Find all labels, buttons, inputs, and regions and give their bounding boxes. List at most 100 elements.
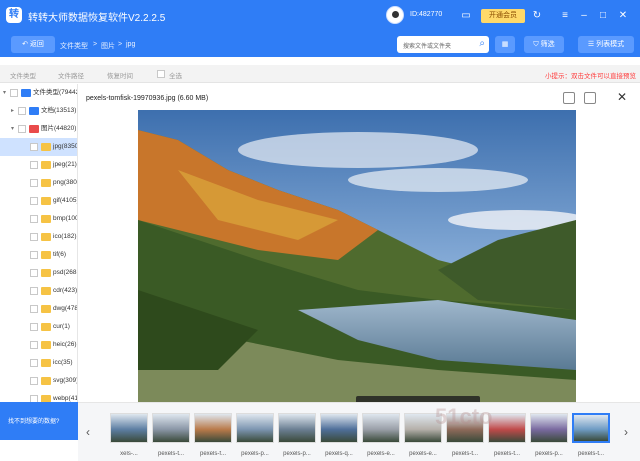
- tree-checkbox[interactable]: [30, 341, 38, 349]
- tree-checkbox[interactable]: [30, 233, 38, 241]
- thumbnail-image[interactable]: [152, 413, 190, 443]
- back-label: 返回: [29, 41, 44, 48]
- close-icon[interactable]: ✕: [617, 10, 629, 22]
- prev-arrow-icon[interactable]: ‹: [86, 425, 90, 439]
- tree-item[interactable]: bmp(100): [0, 210, 77, 228]
- next-arrow-icon[interactable]: ›: [624, 425, 628, 439]
- vip-button[interactable]: 开通会员: [481, 9, 525, 23]
- tree-item[interactable]: icc(35): [0, 354, 77, 372]
- list-mode-button[interactable]: ☰ 列表模式: [578, 36, 634, 53]
- tree-item-label: heic(26): [53, 341, 77, 348]
- tab-file-path[interactable]: 文件路径: [58, 70, 84, 80]
- tree-item[interactable]: gif(4105): [0, 192, 77, 210]
- tree-item-label: cdr(423): [53, 287, 78, 294]
- thumbnail-label: pexels-t...: [157, 451, 184, 457]
- select-all-checkbox[interactable]: [157, 70, 165, 78]
- tree-item[interactable]: heic(26): [0, 336, 77, 354]
- help-banner[interactable]: 找不到想要的数据?: [0, 402, 78, 440]
- expand-caret-icon[interactable]: ▾: [3, 84, 6, 102]
- tree-checkbox[interactable]: [30, 377, 38, 385]
- grid-view-icon[interactable]: ▦: [495, 36, 515, 53]
- watermark: 51cto: [435, 404, 493, 429]
- tab-file-type[interactable]: 文件类型: [10, 70, 36, 80]
- thumbnail-label: pexels-p...: [241, 451, 269, 457]
- monitor-icon[interactable]: ▭: [460, 10, 472, 22]
- thumbnail-image[interactable]: [362, 413, 400, 443]
- folder-icon: [41, 269, 51, 277]
- tree-item-label: jpg(8350): [53, 143, 78, 150]
- tree-checkbox[interactable]: [30, 359, 38, 367]
- tree-item-label: psd(2681): [53, 269, 77, 276]
- folder-icon: [41, 341, 51, 349]
- tree-checkbox[interactable]: [10, 89, 18, 97]
- thumbnail-image[interactable]: [530, 413, 568, 443]
- search-icon[interactable]: ⌕: [479, 38, 485, 49]
- tree-checkbox[interactable]: [30, 323, 38, 331]
- search-input[interactable]: 搜索文件或文件夹: [403, 41, 451, 50]
- tree-checkbox[interactable]: [30, 251, 38, 259]
- tree-item[interactable]: png(38068): [0, 174, 77, 192]
- tree-item[interactable]: jpeg(21): [0, 156, 77, 174]
- tree-item[interactable]: ico(182): [0, 228, 77, 246]
- thumbnail-image[interactable]: [320, 413, 358, 443]
- tree-item[interactable]: cdr(423): [0, 282, 78, 300]
- tree-checkbox[interactable]: [30, 269, 38, 277]
- breadcrumb-images[interactable]: 图片: [101, 41, 115, 51]
- thumbnail-image[interactable]: [194, 413, 232, 443]
- tree-item[interactable]: ▸ 文档(13513): [0, 102, 77, 120]
- details-icon[interactable]: [584, 92, 596, 104]
- image-info-icon[interactable]: [563, 92, 575, 104]
- tree-checkbox[interactable]: [30, 197, 38, 205]
- search-box[interactable]: 搜索文件或文件夹 ⌕: [397, 36, 489, 53]
- maximize-icon[interactable]: □: [597, 10, 609, 22]
- tree-checkbox[interactable]: [30, 179, 38, 187]
- tab-recycle-time[interactable]: 恢复时间: [107, 70, 133, 80]
- breadcrumb-jpg[interactable]: jpg: [126, 41, 135, 48]
- tree-item[interactable]: psd(2681): [0, 264, 77, 282]
- user-avatar[interactable]: [386, 6, 404, 24]
- tree-checkbox[interactable]: [30, 143, 38, 151]
- tree-item-label: cur(1): [53, 323, 70, 330]
- back-button[interactable]: ↶ 返回: [11, 36, 55, 53]
- tree-checkbox[interactable]: [30, 287, 38, 295]
- filter-label: 筛选: [540, 41, 555, 48]
- thumbnail-image[interactable]: [278, 413, 316, 443]
- preview-panel: pexels-tomfisk-19970936.jpg (6.60 MB) ✕: [78, 86, 640, 402]
- expand-caret-icon[interactable]: ▾: [11, 120, 14, 138]
- breadcrumb-file-type[interactable]: 文件类型: [60, 41, 88, 51]
- refresh-icon[interactable]: ↻: [531, 10, 543, 22]
- thumbnail-image[interactable]: [110, 413, 148, 443]
- tree-item[interactable]: webp(41): [0, 390, 77, 402]
- tree-checkbox[interactable]: [30, 305, 38, 313]
- close-preview-icon[interactable]: ✕: [617, 90, 627, 104]
- tree-item-label: jpeg(21): [53, 161, 77, 168]
- thumbnail-image[interactable]: [572, 413, 610, 443]
- tree-checkbox[interactable]: [30, 215, 38, 223]
- tree-checkbox[interactable]: [18, 107, 26, 115]
- menu-icon[interactable]: ≡: [559, 10, 571, 22]
- filter-button[interactable]: ⛉ 筛选: [524, 36, 564, 53]
- tree-checkbox[interactable]: [30, 161, 38, 169]
- minimize-icon[interactable]: –: [578, 10, 590, 22]
- tree-item[interactable]: tif(6): [0, 246, 77, 264]
- thumbnail-label: pexels-t...: [451, 451, 478, 457]
- tree-item[interactable]: svg(309): [0, 372, 77, 390]
- user-id: ID:482770: [410, 11, 443, 18]
- thumbnail-image[interactable]: [236, 413, 274, 443]
- tree-checkbox[interactable]: [30, 395, 38, 402]
- folder-icon: [41, 179, 51, 187]
- tree-item[interactable]: jpg(8350): [0, 138, 78, 156]
- tree-item[interactable]: dwg(478): [0, 300, 77, 318]
- folder-icon: [41, 323, 51, 331]
- tree-checkbox[interactable]: [18, 125, 26, 133]
- folder-icon: [41, 305, 51, 313]
- expand-caret-icon[interactable]: ▸: [11, 102, 14, 120]
- thumbnail-label: pexels-t...: [577, 451, 604, 457]
- tree-item[interactable]: ▾ 图片(44820): [0, 120, 77, 138]
- tree-item[interactable]: cur(1): [0, 318, 77, 336]
- folder-icon: [41, 287, 51, 295]
- thumbnail-image[interactable]: [488, 413, 526, 443]
- app-logo-icon: 转: [6, 7, 22, 23]
- folder-icon: [29, 125, 39, 133]
- tree-item[interactable]: ▾ 文件类型(79442): [0, 84, 77, 102]
